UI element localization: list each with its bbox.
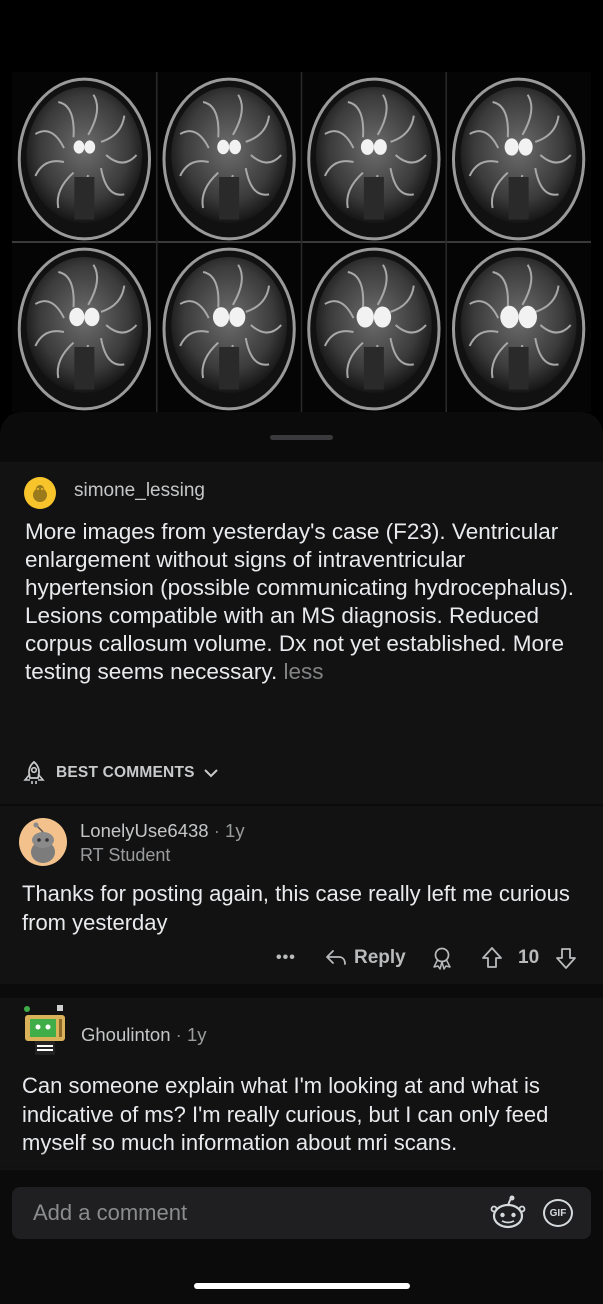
mri-slice	[17, 247, 152, 411]
mri-slice	[451, 77, 586, 241]
award-icon	[433, 947, 451, 970]
mri-slice	[307, 247, 441, 411]
mri-slice	[451, 247, 586, 411]
snoo-tv-avatar-icon	[24, 1005, 65, 1055]
add-comment-bar[interactable]: Add a comment GIF	[12, 1187, 591, 1239]
separator-dot: ·	[213, 820, 220, 841]
downvote-arrow-icon	[556, 948, 576, 969]
sort-label: BEST COMMENTS	[56, 764, 195, 781]
reply-button[interactable]: Reply	[324, 942, 406, 974]
comment-author-avatar[interactable]	[19, 818, 67, 866]
rocket-icon	[23, 760, 45, 784]
vote-count: 10	[518, 947, 540, 968]
home-indicator	[194, 1283, 410, 1289]
comment-age: 1y	[225, 820, 245, 841]
sheet-grabber[interactable]	[270, 435, 333, 440]
downvote-button[interactable]	[554, 945, 578, 971]
comment-author[interactable]: LonelyUse6438 · 1y	[80, 820, 245, 842]
reply-label: Reply	[354, 947, 406, 968]
sort-selector[interactable]: BEST COMMENTS	[20, 758, 219, 788]
gif-label: GIF	[549, 1207, 567, 1219]
post-body: More images from yesterday's case (F23).…	[25, 518, 585, 686]
comment-author-avatar[interactable]	[19, 1005, 71, 1057]
mri-slice	[17, 77, 152, 241]
reply-arrow-icon	[326, 950, 346, 965]
snoo-avatar-icon	[33, 485, 47, 502]
comment-age: 1y	[186, 1024, 207, 1045]
mri-grid-graphic	[12, 72, 591, 412]
comment-actions: ••• Reply 10	[0, 942, 603, 974]
more-options-button[interactable]: •••	[276, 942, 296, 974]
add-comment-placeholder: Add a comment	[33, 1200, 188, 1225]
snoo-avatar-icon	[31, 822, 55, 863]
comment-text: Thanks for posting again, this case real…	[22, 881, 570, 935]
scroll-fade	[0, 1150, 603, 1170]
comment-author-name: LonelyUse6438	[80, 820, 209, 841]
user-flair: RT Student	[80, 845, 171, 865]
mri-slice	[162, 247, 296, 411]
mri-slice	[307, 77, 441, 241]
chevron-down-icon	[203, 769, 218, 778]
separator-dot: ·	[175, 1024, 182, 1045]
comment-author-name: Ghoulinton	[81, 1024, 171, 1045]
post-image-mri[interactable]	[12, 72, 591, 412]
comment-text: Can someone explain what I'm looking at …	[22, 1073, 549, 1155]
post-author-avatar[interactable]	[24, 477, 56, 509]
upvote-arrow-icon	[482, 947, 502, 968]
gif-button[interactable]: GIF	[543, 1199, 573, 1227]
mri-slice	[162, 77, 296, 241]
comment-author[interactable]: Ghoulinton · 1y	[81, 1024, 206, 1046]
post-author[interactable]: simone_lessing	[74, 480, 205, 502]
less-link[interactable]: less	[283, 659, 323, 684]
upvote-button[interactable]	[480, 945, 504, 971]
snoo-emoji-icon[interactable]	[489, 1195, 527, 1231]
award-button[interactable]	[429, 945, 455, 971]
